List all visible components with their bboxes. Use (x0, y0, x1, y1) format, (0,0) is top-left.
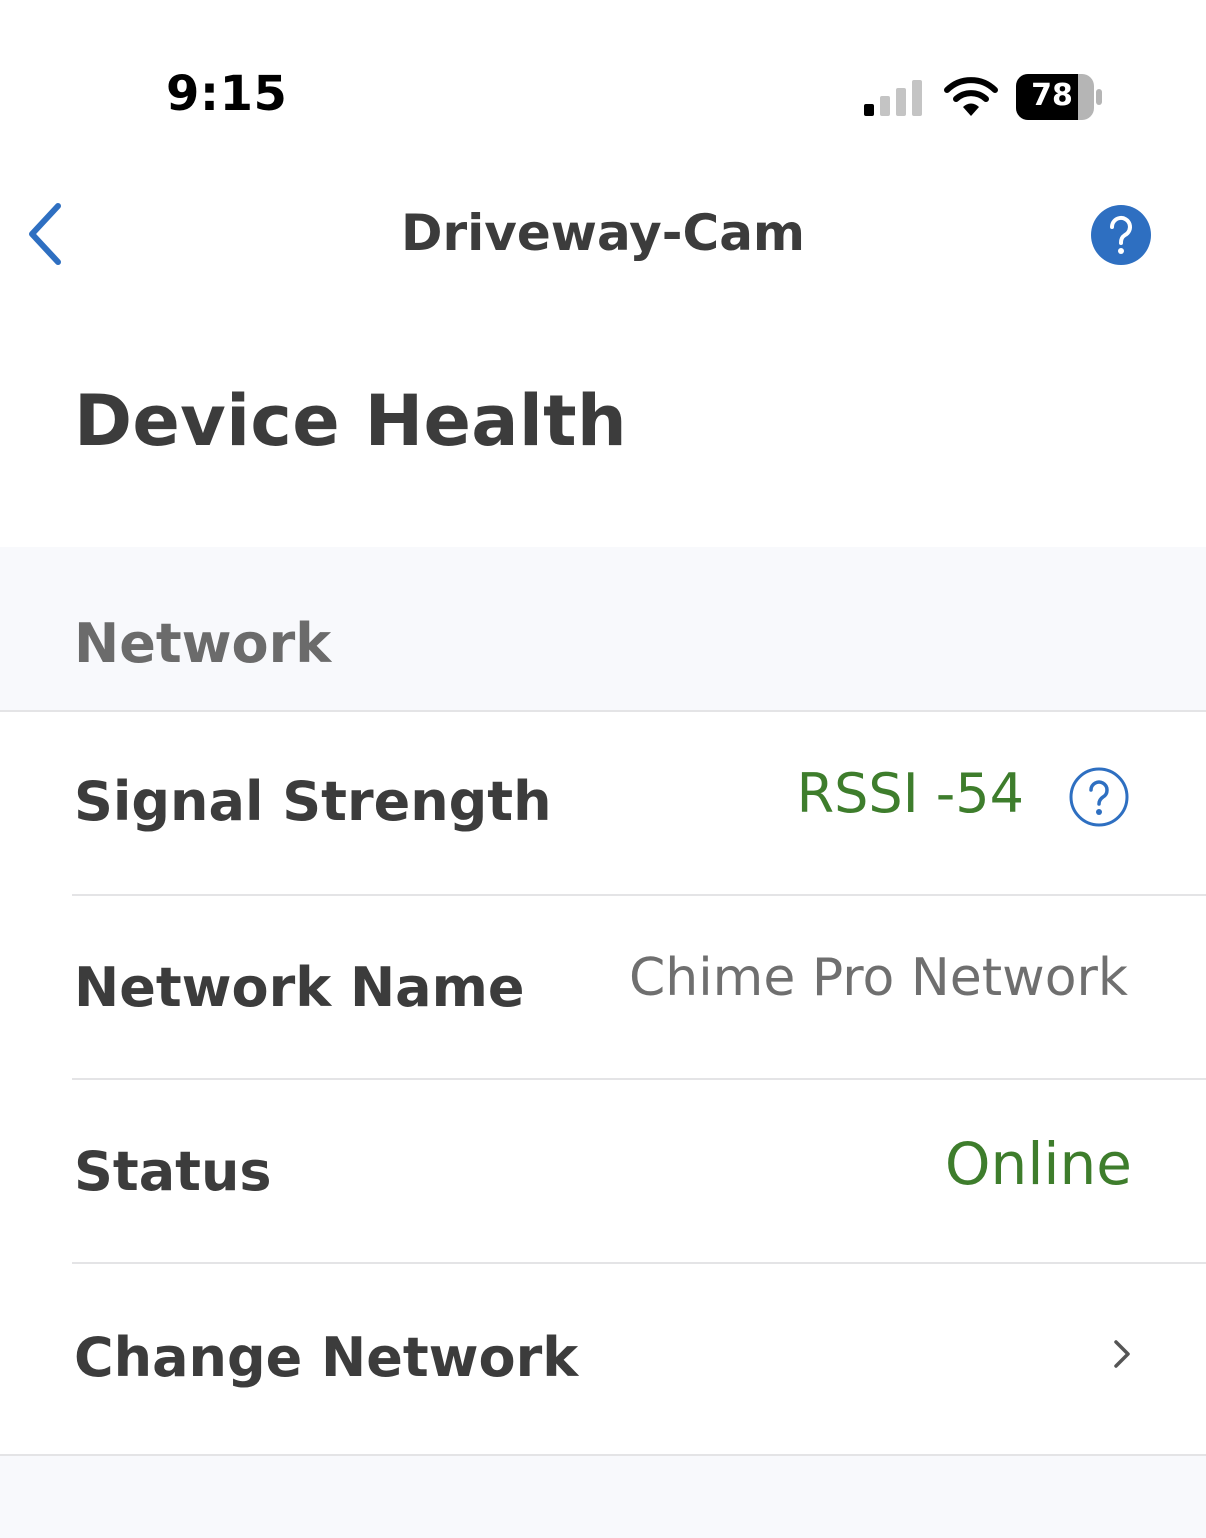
row-label: Network Name (74, 956, 525, 1019)
row-label: Signal Strength (74, 770, 552, 833)
cellular-signal-icon (864, 80, 922, 116)
nav-title: Driveway-Cam (400, 204, 806, 262)
rssi-value: RSSI -54 (796, 762, 1024, 825)
network-name-value: Chime Pro Network (628, 948, 1128, 1008)
status-row: Status Online (0, 1080, 1206, 1264)
network-name-row: Network Name Chime Pro Network (0, 896, 1206, 1080)
status-time: 9:15 (166, 66, 288, 122)
help-button[interactable] (1090, 204, 1152, 266)
question-circle-icon (1091, 205, 1151, 265)
chevron-left-icon (29, 203, 61, 265)
question-circle-icon (1069, 767, 1129, 827)
row-label: Status (74, 1140, 272, 1203)
section-title: Network (74, 612, 332, 675)
row-label: Change Network (74, 1326, 579, 1389)
battery-level: 78 (1031, 78, 1073, 113)
page-title: Device Health (74, 380, 628, 462)
change-network-row[interactable]: Change Network (0, 1264, 1206, 1452)
next-section-header (0, 1454, 1206, 1538)
rssi-help-button[interactable] (1068, 766, 1130, 828)
chevron-right-icon (1114, 1340, 1130, 1368)
back-button[interactable] (20, 198, 76, 270)
wifi-icon (944, 77, 998, 116)
signal-strength-row: Signal Strength RSSI -54 (0, 712, 1206, 896)
status-value: Online (944, 1130, 1132, 1198)
